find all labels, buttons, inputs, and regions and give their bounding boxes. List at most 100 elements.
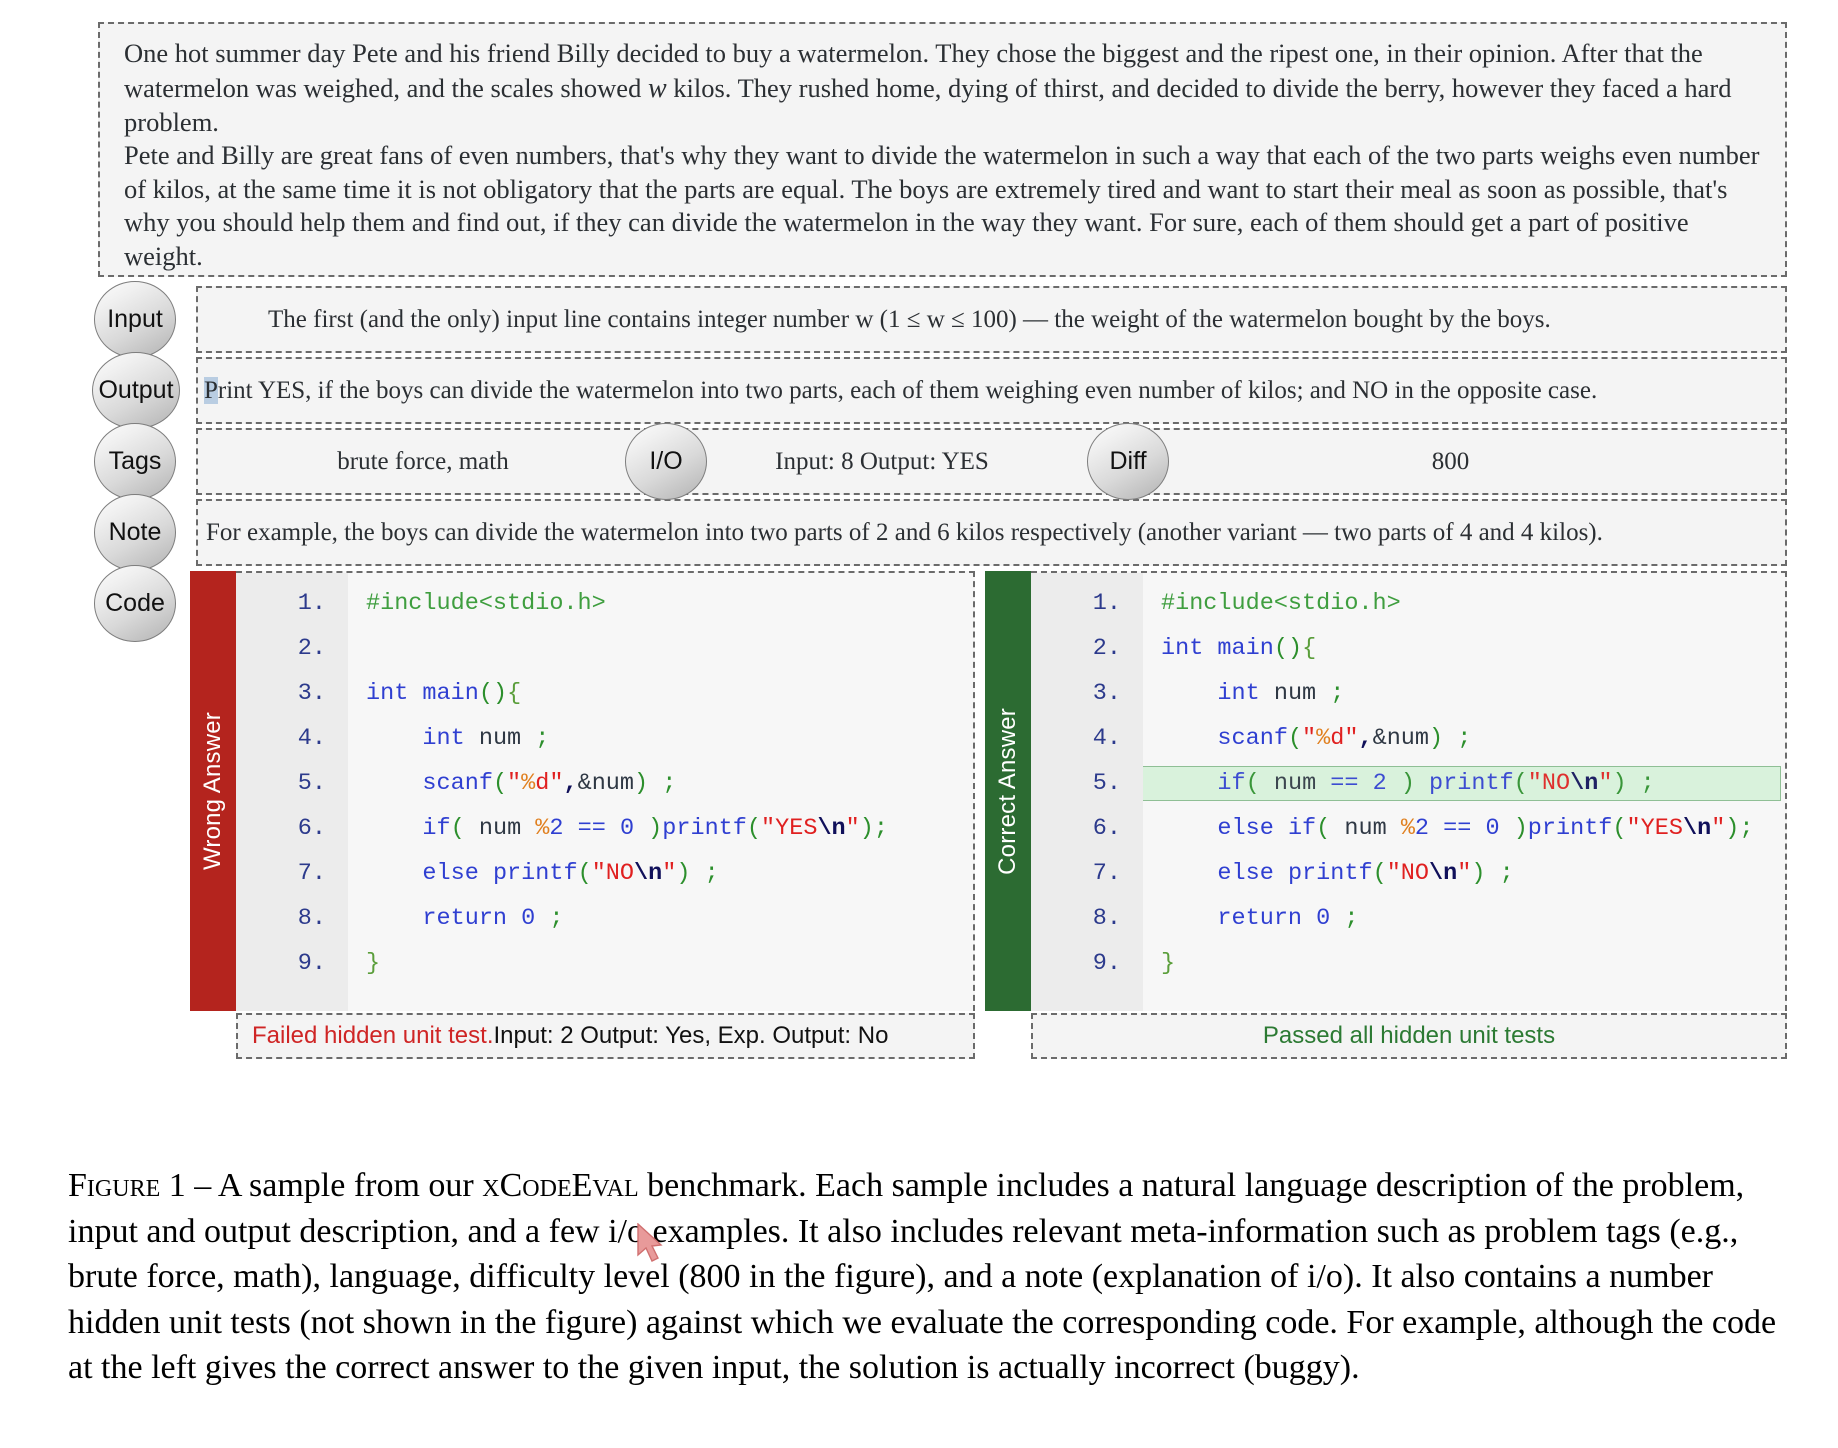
code-line-number: 1. xyxy=(297,590,326,617)
code-comparison-area: Wrong Answer 1. #include<stdio.h> 2. 3. int … xyxy=(190,571,1787,1262)
caption-benchmark-name: xCodeEval xyxy=(482,1167,639,1204)
input-description-text: The first (and the only) input line cont… xyxy=(268,305,1551,333)
code-line: 4. scanf("%d",&num) ; xyxy=(1031,716,1785,761)
note-panel: For example, the boys can divide the wat… xyxy=(196,499,1787,566)
code-line: 7. else printf("NO\n") ; xyxy=(1031,851,1785,896)
code-line: 3. int num ; xyxy=(1031,671,1785,716)
code-line-content: } xyxy=(1161,950,1176,977)
code-line-number: 3. xyxy=(1092,680,1121,707)
description-paragraph-1: One hot summer day Pete and his friend B… xyxy=(124,37,1763,139)
code-line-content: int num ; xyxy=(1217,680,1345,707)
tags-value-panel: brute force, math xyxy=(196,428,650,495)
variable-w: w xyxy=(647,72,667,104)
difficulty-value: 800 xyxy=(1431,447,1470,475)
caption-text-a: A sample from our xyxy=(217,1167,483,1204)
io-example-panel: Input: 8 Output: YES xyxy=(652,428,1112,495)
row-label-input: Input xyxy=(94,281,176,358)
row-label-code-text: Code xyxy=(105,589,165,617)
row-label-tags-text: Tags xyxy=(108,447,162,475)
code-line-number: 2. xyxy=(1092,635,1121,662)
code-line-content: #include<stdio.h> xyxy=(366,590,606,617)
code-line-content: int main(){ xyxy=(366,680,522,707)
code-line: 6. else if( num %2 == 0 )printf("YES\n")… xyxy=(1031,806,1785,851)
note-text: For example, the boys can divide the wat… xyxy=(206,518,1603,546)
row-label-output-text: Output xyxy=(98,376,174,404)
correct-answer-status-bar: Passed all hidden unit tests xyxy=(1031,1013,1787,1059)
code-line-number: 8. xyxy=(297,905,326,932)
code-line-number: 1. xyxy=(1092,590,1121,617)
failed-test-details: Input: 2 Output: Yes, Exp. Output: No xyxy=(493,1022,889,1049)
code-line: 5. scanf("%d",&num) ; xyxy=(236,761,973,806)
code-line-content: if( num %2 == 0 )printf("YES\n"); xyxy=(422,815,888,842)
figure-caption: Figure 1 – A sample from our xCodeEval b… xyxy=(68,1163,1778,1391)
code-line: 1. #include<stdio.h> xyxy=(1031,581,1785,626)
description-paragraph-2: Pete and Billy are great fans of even nu… xyxy=(124,140,1760,271)
code-line-content: int main(){ xyxy=(1161,635,1317,662)
wrong-answer-verdict-bar: Wrong Answer xyxy=(190,571,236,1011)
code-line-number: 6. xyxy=(1092,815,1121,842)
code-line-number: 4. xyxy=(297,725,326,752)
code-line-content: scanf("%d",&num) ; xyxy=(422,770,677,797)
wrong-answer-code-box: 1. #include<stdio.h> 2. 3. int main(){ 4. int… xyxy=(236,571,975,1011)
code-line-number: 6. xyxy=(297,815,326,842)
correct-answer-code-box: 1. #include<stdio.h> 2. int main(){ 3. int n… xyxy=(1031,571,1787,1011)
code-line-content: #include<stdio.h> xyxy=(1161,590,1401,617)
code-line: 8. return 0 ; xyxy=(1031,896,1785,941)
row-label-note: Note xyxy=(94,494,176,571)
wrong-answer-code-lines: 1. #include<stdio.h> 2. 3. int main(){ 4. int… xyxy=(236,573,973,986)
code-line: 3. int main(){ xyxy=(236,671,973,716)
code-line-content: } xyxy=(366,950,381,977)
code-line-number: 9. xyxy=(297,950,326,977)
row-label-diff-text: Diff xyxy=(1109,447,1147,475)
code-line-content: else printf("NO\n") ; xyxy=(1217,860,1514,887)
output-description-rest: rint YES, if the boys can divide the wat… xyxy=(217,376,1598,404)
code-line-number: 7. xyxy=(297,860,326,887)
tags-value: brute force, math xyxy=(337,447,509,475)
code-line: 7. else printf("NO\n") ; xyxy=(236,851,973,896)
code-line: 4. int num ; xyxy=(236,716,973,761)
passed-tests-label: Passed all hidden unit tests xyxy=(1262,1022,1556,1049)
code-line-number: 8. xyxy=(1092,905,1121,932)
difficulty-panel: 800 xyxy=(1114,428,1787,495)
code-line-number: 4. xyxy=(1092,725,1121,752)
wrong-answer-verdict-label: Wrong Answer xyxy=(199,711,226,871)
code-line-content: int num ; xyxy=(422,725,550,752)
caption-dash: – xyxy=(185,1167,218,1204)
caption-figure-label: Figure 1 xyxy=(68,1167,186,1204)
row-label-io: I/O xyxy=(625,423,707,500)
code-line-number: 5. xyxy=(297,770,326,797)
io-example-value: Input: 8 Output: YES xyxy=(775,447,989,475)
mouse-cursor-icon xyxy=(637,1223,663,1262)
code-line: 2. xyxy=(236,626,973,671)
code-line-content: return 0 ; xyxy=(422,905,564,932)
code-line-content: scanf("%d",&num) ; xyxy=(1217,725,1472,752)
code-line: 8. return 0 ; xyxy=(236,896,973,941)
correct-answer-verdict-bar: Correct Answer xyxy=(985,571,1031,1011)
code-line: 1. #include<stdio.h> xyxy=(236,581,973,626)
code-line-number: 7. xyxy=(1092,860,1121,887)
row-label-diff: Diff xyxy=(1087,423,1169,500)
code-line: 5. if( num == 2 ) printf("NO\n") ; xyxy=(1031,761,1785,806)
row-label-note-text: Note xyxy=(108,518,162,546)
code-line-content: if( num == 2 ) printf("NO\n") ; xyxy=(1143,766,1781,801)
code-line-number: 5. xyxy=(1092,770,1121,797)
code-line-content: else if( num %2 == 0 )printf("YES\n"); xyxy=(1217,815,1754,842)
row-label-tags: Tags xyxy=(94,423,176,500)
row-label-io-text: I/O xyxy=(649,447,683,475)
code-line: 6. if( num %2 == 0 )printf("YES\n"); xyxy=(236,806,973,851)
correct-answer-code-lines: 1. #include<stdio.h> 2. int main(){ 3. int n… xyxy=(1031,573,1785,986)
wrong-answer-column: Wrong Answer 1. #include<stdio.h> 2. 3. int … xyxy=(190,571,975,1121)
row-label-code: Code xyxy=(94,565,176,642)
code-line: 9.} xyxy=(1031,941,1785,986)
code-line-number: 9. xyxy=(1092,950,1121,977)
code-line: 2. int main(){ xyxy=(1031,626,1785,671)
figure-root: One hot summer day Pete and his friend B… xyxy=(0,0,1838,1448)
output-description-text: Print YES, if the boys can divide the wa… xyxy=(204,375,1597,407)
correct-answer-column: Correct Answer 1. #include<stdio.h> 2. int … xyxy=(985,571,1787,1121)
failed-test-label: Failed hidden unit test. xyxy=(252,1022,494,1049)
input-description-panel: The first (and the only) input line cont… xyxy=(196,286,1787,353)
correct-answer-verdict-label: Correct Answer xyxy=(994,707,1021,875)
row-label-output: Output xyxy=(92,352,180,429)
code-line-number: 3. xyxy=(297,680,326,707)
problem-description-panel: One hot summer day Pete and his friend B… xyxy=(98,22,1787,277)
